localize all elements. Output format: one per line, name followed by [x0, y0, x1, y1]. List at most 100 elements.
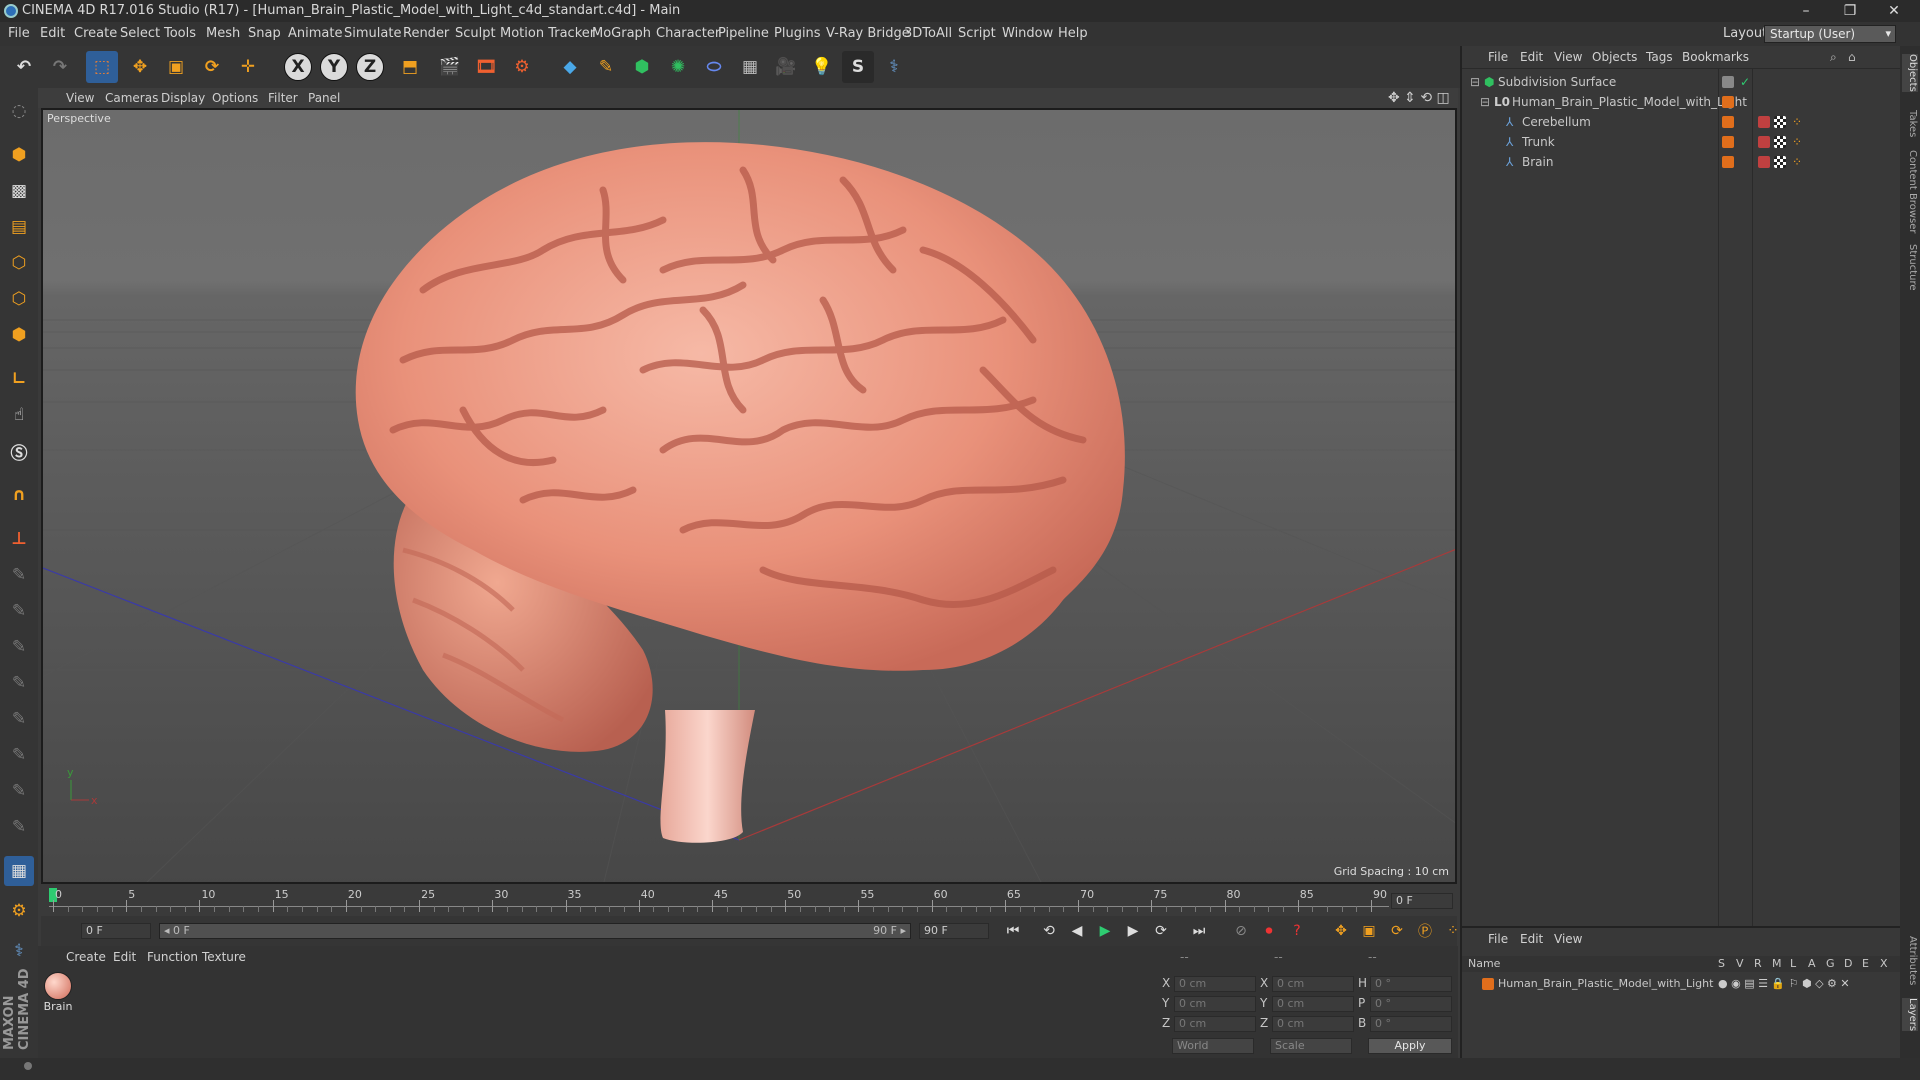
- apply-button[interactable]: Apply: [1368, 1038, 1452, 1054]
- column-solo[interactable]: S: [1718, 956, 1725, 972]
- collapse-toggle[interactable]: ⊟: [1470, 72, 1480, 92]
- object-menu-file[interactable]: File: [1488, 46, 1508, 68]
- recent-tool-icon[interactable]: ✛: [232, 51, 264, 83]
- object-menu-bookmarks[interactable]: Bookmarks: [1682, 46, 1749, 68]
- menu-script[interactable]: Script: [958, 22, 996, 46]
- workplane-icon[interactable]: ⊥: [4, 524, 34, 554]
- menu-snap[interactable]: Snap: [248, 22, 281, 46]
- rotate-icon[interactable]: ⟳: [196, 51, 228, 83]
- column-xref[interactable]: X: [1880, 956, 1888, 972]
- phong-tag-icon[interactable]: [1758, 136, 1770, 148]
- light-icon[interactable]: 💡: [806, 51, 838, 83]
- menu-motion-tracker[interactable]: Motion Tracker: [500, 22, 595, 46]
- layer-color-swatch[interactable]: [1722, 136, 1734, 148]
- perspective-viewport[interactable]: y x Perspective Grid Spacing : 10 cm: [41, 108, 1457, 884]
- viewport-menu-filter[interactable]: Filter: [268, 88, 298, 108]
- tab-objects[interactable]: Objects: [1902, 54, 1918, 92]
- pull-brush-icon[interactable]: ✎: [4, 596, 34, 626]
- viewport-menu-options[interactable]: Options: [212, 88, 258, 108]
- menu-window[interactable]: Window: [1002, 22, 1053, 46]
- rotation-p-field[interactable]: 0 °: [1370, 996, 1452, 1012]
- material-tag-icon[interactable]: ⁘: [1792, 112, 1802, 132]
- vray-icon[interactable]: S: [842, 51, 874, 83]
- menu-character[interactable]: Character: [656, 22, 720, 46]
- axis-z-lock-button[interactable]: Z: [356, 53, 384, 81]
- collapse-toggle[interactable]: ⊟: [1480, 92, 1490, 112]
- uvw-tag-icon[interactable]: [1774, 116, 1786, 128]
- menu-simulate[interactable]: Simulate: [344, 22, 401, 46]
- coordinate-mode-select[interactable]: Scale: [1270, 1038, 1352, 1054]
- column-view[interactable]: V: [1736, 956, 1744, 972]
- polygons-mode-icon[interactable]: ⬢: [4, 320, 34, 350]
- rotation-h-field[interactable]: 0 °: [1370, 976, 1452, 992]
- key-parameter-icon[interactable]: Ⓟ: [1413, 919, 1437, 943]
- points-mode-icon[interactable]: ⬡: [4, 248, 34, 278]
- viewport-menu-view[interactable]: View: [66, 88, 94, 108]
- tab-attributes[interactable]: Attributes: [1902, 936, 1918, 985]
- snap-icon[interactable]: Ⓢ: [4, 436, 34, 466]
- layer-menu-file[interactable]: File: [1488, 928, 1508, 950]
- layer-color-swatch[interactable]: [1722, 76, 1734, 88]
- layer-menu-view[interactable]: View: [1554, 928, 1582, 950]
- previous-key-icon[interactable]: ⟲: [1037, 919, 1061, 943]
- menu-vray-bridge[interactable]: V-Ray Bridge: [826, 22, 910, 46]
- tab-content-browser[interactable]: Content Browser: [1902, 150, 1918, 233]
- current-frame-field[interactable]: 0 F: [1391, 893, 1453, 909]
- column-locked[interactable]: L: [1790, 956, 1796, 972]
- edges-mode-icon[interactable]: ⬡: [4, 284, 34, 314]
- render-settings-icon[interactable]: ⚙: [506, 51, 538, 83]
- spline-pen-icon[interactable]: ✎: [590, 51, 622, 83]
- subdivision-surface-icon[interactable]: ⬢: [626, 51, 658, 83]
- camera-label[interactable]: Perspective: [47, 112, 111, 125]
- key-rotation-icon[interactable]: ⟳: [1385, 919, 1409, 943]
- floor-scene-icon[interactable]: ▦: [734, 51, 766, 83]
- search-icon[interactable]: ⌕: [1830, 46, 1837, 68]
- layout-select[interactable]: Startup (User): [1764, 25, 1896, 43]
- menu-edit[interactable]: Edit: [40, 22, 65, 46]
- quantize-icon[interactable]: ⚙: [4, 896, 34, 926]
- viewport-menu-cameras[interactable]: Cameras: [105, 88, 158, 108]
- size-y-field[interactable]: 0 cm: [1272, 996, 1354, 1012]
- menu-3dtoall[interactable]: 3DToAll: [904, 22, 952, 46]
- smooth-brush-icon[interactable]: ✎: [4, 632, 34, 662]
- axis-y-lock-button[interactable]: Y: [320, 53, 348, 81]
- object-menu-view[interactable]: View: [1554, 46, 1582, 68]
- object-row-cerebellum[interactable]: ⅄ Cerebellum ⁘: [1462, 112, 1900, 132]
- column-deformers[interactable]: D: [1844, 956, 1852, 972]
- layer-toggle-icons[interactable]: ● ◉ ▤ ☰ 🔒 ⚐ ⬢ ◇ ⚙ ✕: [1718, 974, 1850, 994]
- material-menu-create[interactable]: Create: [66, 946, 106, 968]
- go-to-start-icon[interactable]: ⏮: [1001, 919, 1025, 943]
- position-z-field[interactable]: 0 cm: [1174, 1016, 1256, 1032]
- coordinate-system-icon[interactable]: ⬒: [394, 51, 426, 83]
- mask-brush-icon[interactable]: ✎: [4, 812, 34, 842]
- size-x-field[interactable]: 0 cm: [1272, 976, 1354, 992]
- column-expressions[interactable]: E: [1862, 956, 1869, 972]
- tab-structure[interactable]: Structure: [1902, 244, 1918, 291]
- next-frame-icon[interactable]: ▶: [1121, 919, 1145, 943]
- layer-color-swatch[interactable]: [1722, 96, 1734, 108]
- menu-plugins[interactable]: Plugins: [774, 22, 821, 46]
- menu-create[interactable]: Create: [74, 22, 117, 46]
- object-row-brain[interactable]: ⅄ Brain ⁘: [1462, 152, 1900, 172]
- viewport-menu-display[interactable]: Display: [161, 88, 205, 108]
- cube-primitive-icon[interactable]: ◆: [554, 51, 586, 83]
- play-icon[interactable]: ▶: [1093, 919, 1117, 943]
- magnet-icon[interactable]: ∩: [4, 480, 34, 510]
- key-position-icon[interactable]: ✥: [1329, 919, 1353, 943]
- live-selection-icon[interactable]: ⬚: [86, 51, 118, 83]
- tab-takes[interactable]: Takes: [1902, 110, 1918, 137]
- render-picture-viewer-icon[interactable]: 🎞: [470, 51, 502, 83]
- restore-button[interactable]: ❐: [1828, 0, 1872, 22]
- menu-render[interactable]: Render: [403, 22, 449, 46]
- viewport-menu-panel[interactable]: Panel: [308, 88, 340, 108]
- uvw-tag-icon[interactable]: [1774, 136, 1786, 148]
- camera-icon[interactable]: 🎥: [770, 51, 802, 83]
- axis-x-lock-button[interactable]: X: [284, 53, 312, 81]
- size-z-field[interactable]: 0 cm: [1272, 1016, 1354, 1032]
- grab-brush-icon[interactable]: ✎: [4, 740, 34, 770]
- column-animation[interactable]: A: [1808, 956, 1816, 972]
- material-menu-texture[interactable]: Texture: [202, 946, 246, 968]
- coordinate-space-select[interactable]: World: [1172, 1038, 1254, 1054]
- material-tag-icon[interactable]: ⁘: [1792, 152, 1802, 172]
- enabled-check-icon[interactable]: ✓: [1740, 72, 1750, 92]
